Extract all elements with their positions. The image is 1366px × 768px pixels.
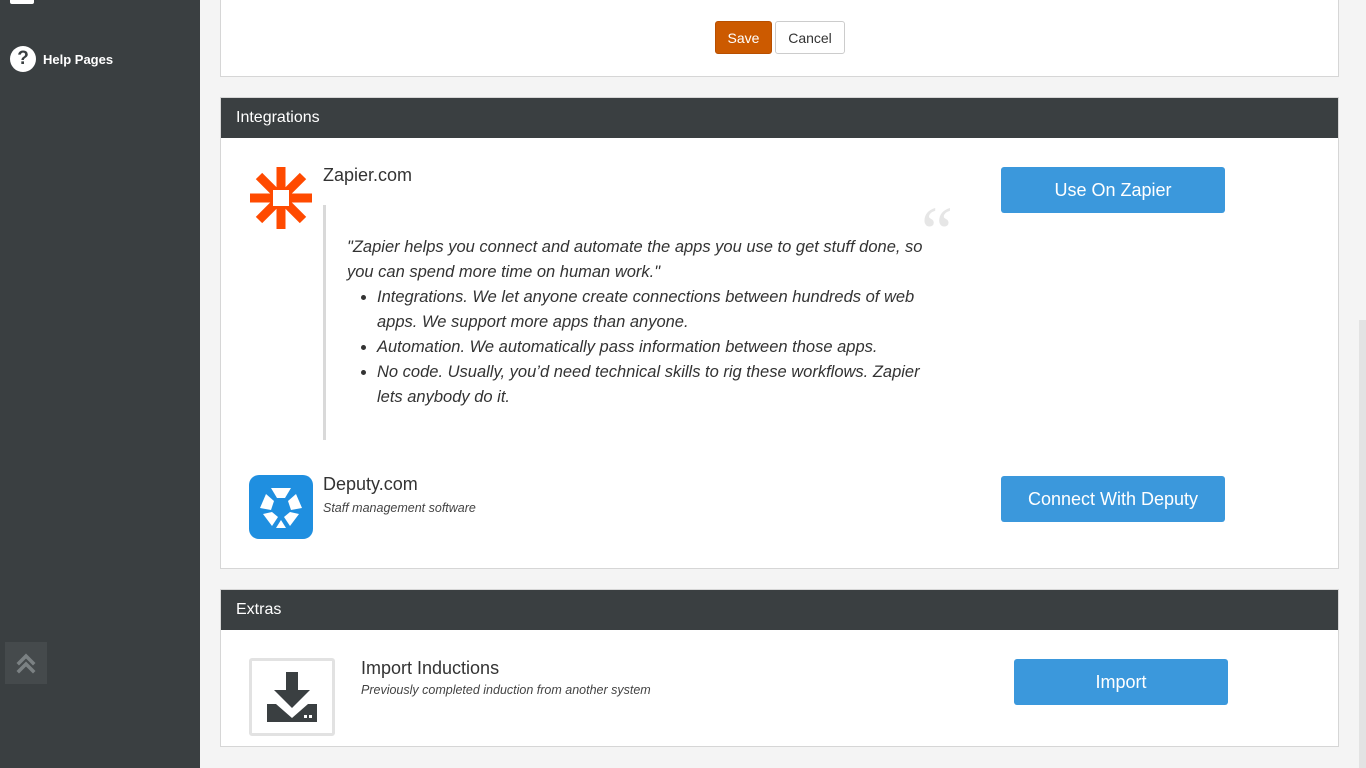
list-item: Automation. We automatically pass inform… [377,335,923,360]
integrations-header: Integrations [221,98,1338,138]
deputy-title: Deputy.com [323,474,418,494]
zapier-title: Zapier.com [323,165,413,185]
page-scrollbar[interactable] [1359,320,1366,768]
scroll-to-top-button[interactable] [5,642,47,684]
download-tray-icon [249,658,335,736]
zapier-quote-text: "Zapier helps you connect and automate t… [347,238,923,281]
list-item: No code. Usually, you’d need technical s… [377,360,923,410]
question-circle-icon: ? [10,46,36,72]
zapier-quote: "Zapier helps you connect and automate t… [323,205,923,440]
extras-header: Extras [221,590,1338,630]
quote-mark-icon: “ [921,192,953,272]
zapier-asterisk-icon [250,167,312,229]
deputy-description: Staff management software [323,501,476,515]
connect-with-deputy-button[interactable]: Connect With Deputy [1001,476,1225,522]
deputy-star-icon [260,488,302,528]
import-button[interactable]: Import [1014,659,1228,705]
cancel-button[interactable]: Cancel [775,21,845,54]
import-inductions-title: Import Inductions [361,658,500,678]
deputy-logo-icon [249,475,313,539]
integrations-panel: Integrations Zapier.com "Zapier helps yo… [220,97,1339,569]
double-chevron-up-icon [16,653,36,674]
download-arrow-icon [267,672,317,722]
form-actions-panel: Save Cancel [220,0,1339,77]
sidebar-item-help-pages[interactable]: ? Help Pages [10,46,113,72]
list-item: Integrations. We let anyone create conne… [377,285,923,335]
zapier-feature-list: Integrations. We let anyone create conne… [377,285,923,410]
use-on-zapier-button[interactable]: Use On Zapier [1001,167,1225,213]
sidebar-item-label: Help Pages [43,51,114,67]
save-button[interactable]: Save [715,21,772,54]
sidebar: ? Help Pages [0,0,200,768]
menu-item-icon[interactable] [10,0,34,4]
extras-panel: Extras Import Inductions Previously comp… [220,589,1339,747]
import-inductions-description: Previously completed induction from anot… [361,683,651,697]
